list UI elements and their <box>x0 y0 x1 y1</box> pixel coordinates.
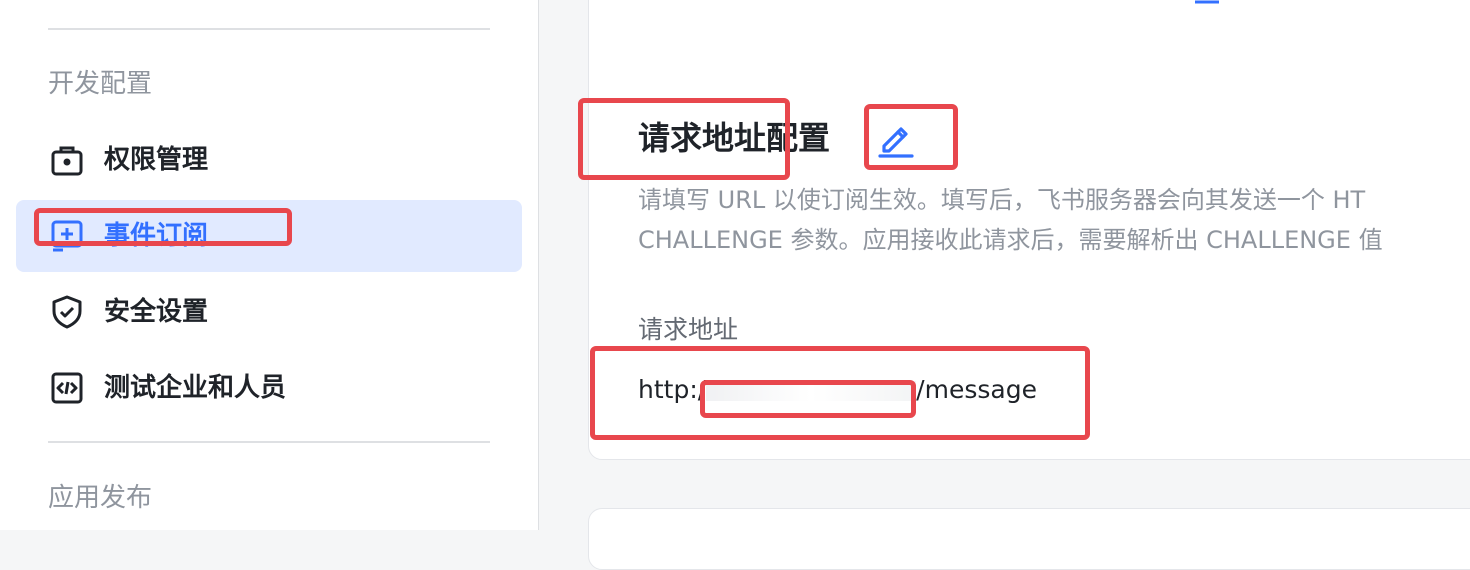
annotation-box-redacted <box>700 380 916 418</box>
annotation-box-edit <box>864 104 958 170</box>
sidebar-item-label: 测试企业和人员 <box>104 373 287 403</box>
briefcase-lock-icon <box>50 143 84 177</box>
sidebar-item-security[interactable]: 安全设置 <box>16 276 522 348</box>
sidebar: 开发配置 权限管理 事件订阅 安全设置 测试企业和人员 应用发布 <box>0 0 539 530</box>
sidebar-divider <box>48 28 490 30</box>
top-toolbar-partial <box>1060 0 1260 6</box>
request-url-label: 请求地址 <box>638 315 739 344</box>
description-line: 请填写 URL 以使订阅生效。填写后，飞书服务器会向其发送一个 HT <box>638 186 1366 214</box>
description-line: CHALLENGE 参数。应用接收此请求后，需要解析出 CHALLENGE 值 <box>638 226 1383 254</box>
sidebar-item-label: 安全设置 <box>104 297 209 327</box>
section-title-dev-config: 开发配置 <box>48 69 153 99</box>
sidebar-divider <box>48 441 490 443</box>
next-card <box>588 508 1470 570</box>
section-title-app-release: 应用发布 <box>48 483 153 513</box>
annotation-box-sidebar <box>34 208 292 246</box>
shield-check-icon <box>50 295 84 329</box>
sidebar-item-test-enterprise[interactable]: 测试企业和人员 <box>16 352 522 424</box>
sidebar-item-label: 权限管理 <box>104 145 209 175</box>
code-box-icon <box>50 371 84 405</box>
sidebar-item-permissions[interactable]: 权限管理 <box>16 124 522 196</box>
annotation-box-title <box>578 98 790 180</box>
